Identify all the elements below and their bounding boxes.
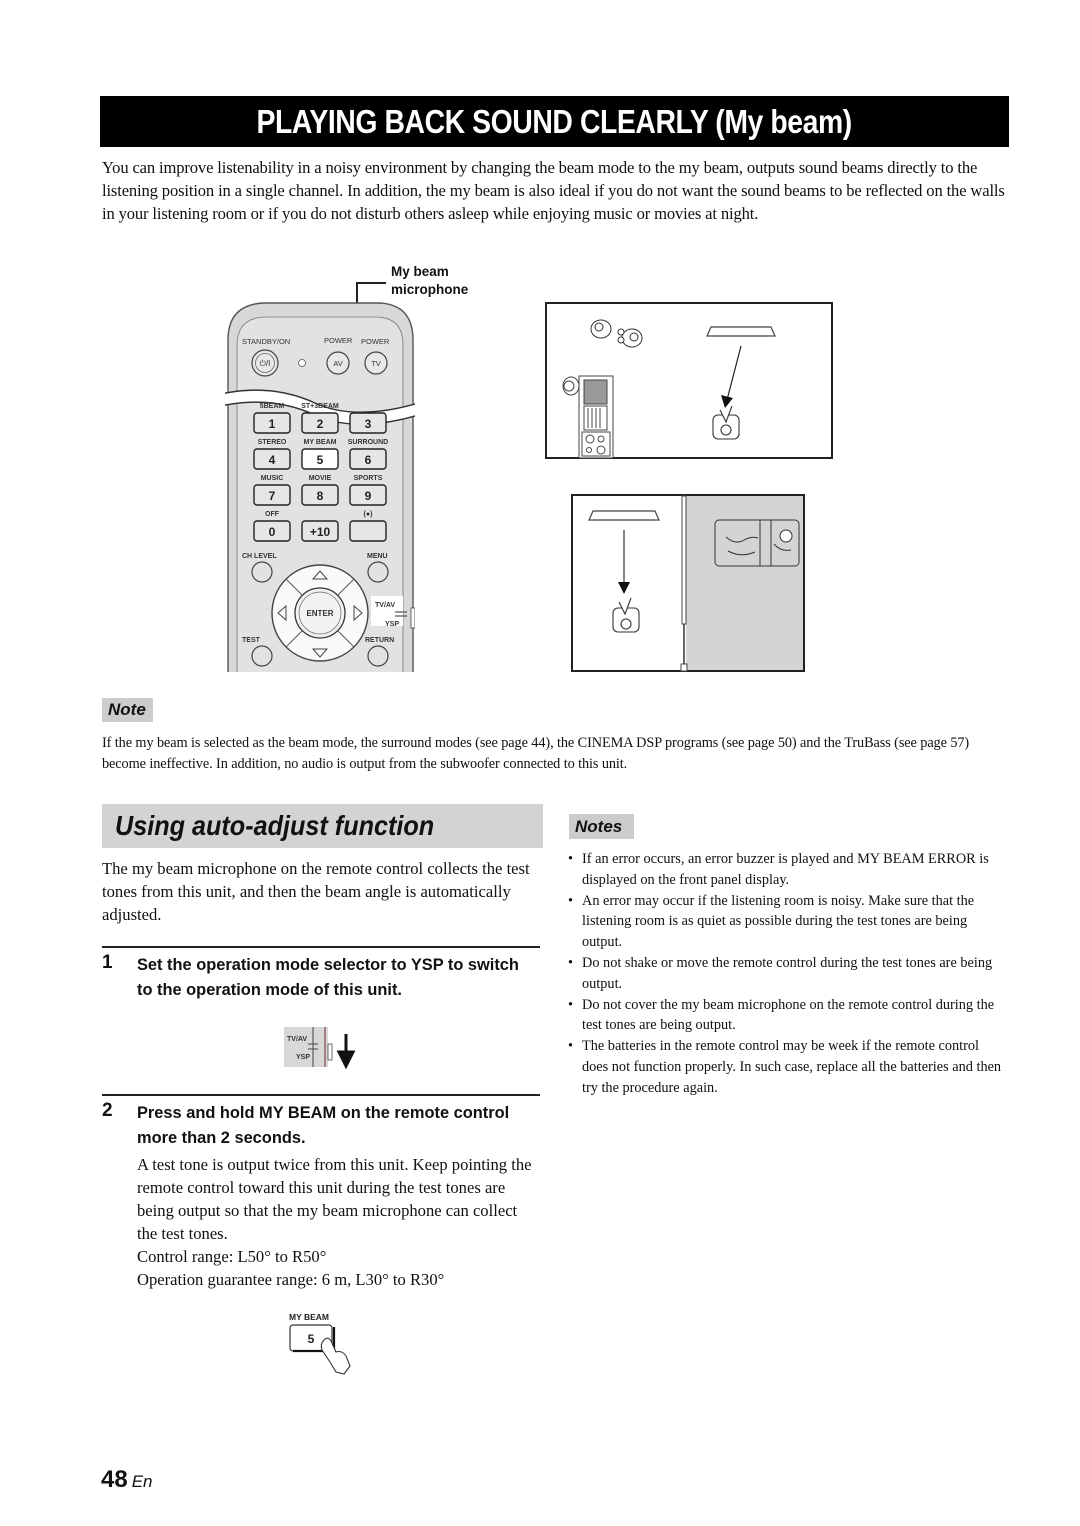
step-number: 2: [102, 1100, 113, 1121]
note-item: Do not cover the my beam microphone on t…: [568, 995, 1008, 1037]
speaker-unit-icon: [706, 326, 776, 337]
key-value: 8: [317, 489, 324, 503]
key-caption: 5BEAM: [260, 403, 285, 410]
key-caption: SPORTS: [354, 475, 383, 482]
room-diagram-bedroom: [571, 494, 805, 672]
ch-level-button: [251, 561, 273, 583]
key-caption: ST+3BEAM: [301, 403, 339, 410]
step-title: Press and hold MY BEAM on the remote con…: [137, 1104, 510, 1147]
page-title-bar: PLAYING BACK SOUND CLEARLY (My beam): [100, 96, 1009, 147]
svg-text:ENTER: ENTER: [306, 609, 333, 618]
key-caption: OFF: [265, 511, 280, 518]
step-body: A test tone is output twice from this un…: [137, 1155, 532, 1289]
svg-text:TV/AV: TV/AV: [287, 1036, 307, 1043]
ch-level-label: CH LEVEL: [242, 553, 277, 560]
note-item: If an error occurs, an error buzzer is p…: [568, 849, 1008, 891]
indicator-led: [298, 359, 306, 367]
key-value: 6: [365, 453, 372, 467]
step-title: Set the operation mode selector to YSP t…: [137, 956, 519, 999]
svg-text:TV/AV: TV/AV: [375, 602, 395, 609]
test-label: TEST: [242, 637, 261, 644]
note-item: The batteries in the remote control may …: [568, 1036, 1008, 1098]
key-caption: MOVIE: [309, 475, 332, 482]
svg-text:YSP: YSP: [385, 621, 399, 628]
notes-label: Notes: [569, 814, 634, 839]
key-value: 5: [317, 453, 324, 467]
power-av-label: POWER: [324, 336, 353, 345]
pointing-hand-icon: [320, 1337, 351, 1375]
menu-button: [367, 561, 389, 583]
step-number: 1: [102, 952, 113, 973]
step-divider: [102, 946, 540, 948]
notes-list: If an error occurs, an error buzzer is p…: [568, 849, 1008, 1099]
key-value: 7: [269, 489, 276, 503]
key-value: 3: [365, 417, 372, 431]
svg-text:TV: TV: [371, 359, 381, 368]
page-number: 48 En: [101, 1466, 153, 1493]
note-text: If the my beam is selected as the beam m…: [102, 735, 970, 772]
page-title: PLAYING BACK SOUND CLEARLY (My beam): [256, 103, 853, 140]
note-item: Do not shake or move the remote control …: [568, 953, 1008, 995]
step-divider: [102, 1094, 540, 1096]
test-button: [251, 645, 273, 667]
key-caption: MUSIC: [261, 475, 284, 482]
speaker-unit-icon: [588, 510, 660, 521]
section-intro: The my beam microphone on the remote con…: [102, 859, 530, 924]
key-value: 0: [269, 525, 276, 539]
return-button: [367, 645, 389, 667]
my-beam-button-illustration: MY BEAM 5: [289, 1312, 351, 1375]
section-heading: Using auto-adjust function: [102, 804, 543, 848]
bed-with-sleeper-icon: [714, 519, 800, 567]
note-item: An error may occur if the listening room…: [568, 891, 1008, 953]
key-value: 1: [269, 417, 276, 431]
remote-key: [349, 520, 387, 542]
return-label: RETURN: [365, 637, 394, 644]
room-diagram-kitchen: [545, 302, 833, 459]
menu-label: MENU: [367, 553, 388, 560]
key-value: 2: [317, 417, 324, 431]
svg-text:YSP: YSP: [296, 1054, 310, 1061]
note-label: Note: [102, 698, 153, 722]
standby-label: STANDBY/ON: [242, 337, 290, 346]
key-value: 4: [269, 453, 276, 467]
key-caption: (●): [364, 511, 373, 518]
svg-text:AV: AV: [333, 359, 342, 368]
standby-icon: ⏻/I: [260, 359, 271, 368]
key-caption: MY BEAM: [304, 439, 337, 446]
svg-text:MY BEAM: MY BEAM: [289, 1312, 329, 1322]
remote-control-illustration: STANDBY/ON POWER POWER ⏻/I AV TV 5BEAM 1 S…: [225, 302, 415, 672]
mode-selector-illustration: TV/AV YSP: [284, 1027, 356, 1070]
slide-down-arrow-icon: [336, 1034, 356, 1070]
svg-text:5: 5: [308, 1332, 315, 1346]
key-caption: SURROUND: [348, 439, 388, 446]
key-caption: STEREO: [258, 439, 287, 446]
key-value: +10: [310, 525, 331, 539]
power-tv-label: POWER: [361, 337, 390, 346]
key-value: 9: [365, 489, 372, 503]
intro-paragraph: You can improve listenability in a noisy…: [102, 158, 1005, 223]
mic-callout: My beam microphone: [391, 264, 469, 297]
